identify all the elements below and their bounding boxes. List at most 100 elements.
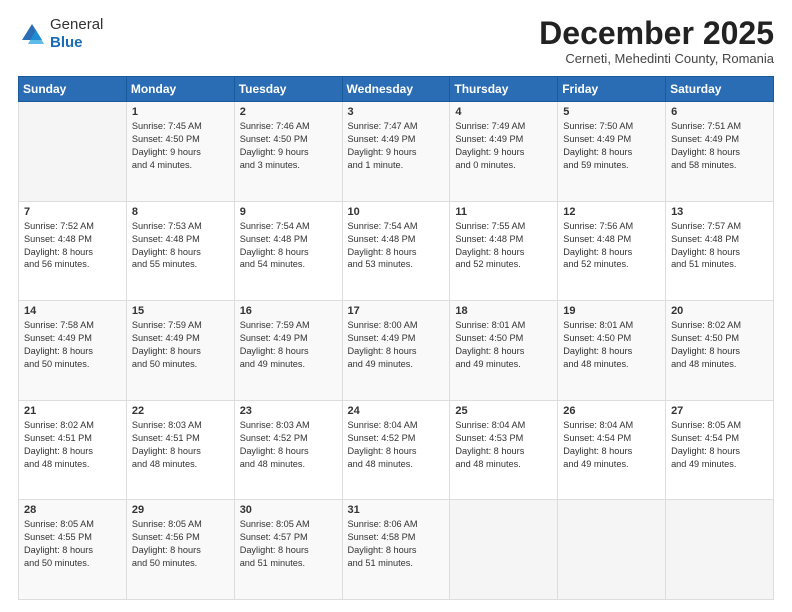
cell-content: Sunrise: 7:59 AM Sunset: 4:49 PM Dayligh… [240,319,337,371]
cell-content: Sunrise: 7:50 AM Sunset: 4:49 PM Dayligh… [563,120,660,172]
table-row: 18 Sunrise: 8:01 AM Sunset: 4:50 PM Dayli… [450,301,558,401]
day-number: 18 [455,305,552,317]
cell-content: Sunrise: 7:57 AM Sunset: 4:48 PM Dayligh… [671,220,768,272]
col-sunday: Sunday [19,77,127,102]
day-number: 27 [671,405,768,417]
day-number: 24 [348,405,445,417]
cell-content: Sunrise: 8:02 AM Sunset: 4:50 PM Dayligh… [671,319,768,371]
table-row: 16 Sunrise: 7:59 AM Sunset: 4:49 PM Dayli… [234,301,342,401]
cell-content: Sunrise: 7:58 AM Sunset: 4:49 PM Dayligh… [24,319,121,371]
cell-content: Sunrise: 8:01 AM Sunset: 4:50 PM Dayligh… [563,319,660,371]
cell-content: Sunrise: 7:45 AM Sunset: 4:50 PM Dayligh… [132,120,229,172]
cell-content: Sunrise: 8:04 AM Sunset: 4:52 PM Dayligh… [348,419,445,471]
cell-content: Sunrise: 8:06 AM Sunset: 4:58 PM Dayligh… [348,518,445,570]
table-row: 29 Sunrise: 8:05 AM Sunset: 4:56 PM Dayli… [126,500,234,600]
day-number: 6 [671,106,768,118]
day-number: 5 [563,106,660,118]
cell-content: Sunrise: 7:53 AM Sunset: 4:48 PM Dayligh… [132,220,229,272]
day-number: 3 [348,106,445,118]
cell-content: Sunrise: 8:04 AM Sunset: 4:53 PM Dayligh… [455,419,552,471]
day-number: 21 [24,405,121,417]
cell-content: Sunrise: 7:49 AM Sunset: 4:49 PM Dayligh… [455,120,552,172]
table-row: 27Sunrise: 8:05 AM Sunset: 4:54 PM Dayli… [666,400,774,500]
table-row: 10Sunrise: 7:54 AM Sunset: 4:48 PM Dayli… [342,201,450,301]
table-row [19,102,127,202]
cell-content: Sunrise: 7:59 AM Sunset: 4:49 PM Dayligh… [132,319,229,371]
table-row: 28 Sunrise: 8:05 AM Sunset: 4:55 PM Dayli… [19,500,127,600]
day-number: 15 [132,305,229,317]
table-row: 11 Sunrise: 7:55 AM Sunset: 4:48 PM Dayli… [450,201,558,301]
cell-content: Sunrise: 7:47 AM Sunset: 4:49 PM Dayligh… [348,120,445,172]
day-number: 28 [24,504,121,516]
cell-content: Sunrise: 7:55 AM Sunset: 4:48 PM Dayligh… [455,220,552,272]
cell-content: Sunrise: 8:03 AM Sunset: 4:52 PM Dayligh… [240,419,337,471]
table-row: 2 Sunrise: 7:46 AM Sunset: 4:50 PM Daylig… [234,102,342,202]
page: General Blue December 2025 Cerneti, Mehe… [0,0,792,612]
cell-content: Sunrise: 7:46 AM Sunset: 4:50 PM Dayligh… [240,120,337,172]
table-row: 13 Sunrise: 7:57 AM Sunset: 4:48 PM Dayli… [666,201,774,301]
calendar-week-0: 1 Sunrise: 7:45 AM Sunset: 4:50 PM Daylig… [19,102,774,202]
day-number: 20 [671,305,768,317]
day-number: 2 [240,106,337,118]
day-number: 25 [455,405,552,417]
table-row: 14 Sunrise: 7:58 AM Sunset: 4:49 PM Dayli… [19,301,127,401]
cell-content: Sunrise: 7:54 AM Sunset: 4:48 PM Dayligh… [348,220,445,272]
day-number: 29 [132,504,229,516]
month-title: December 2025 [539,16,774,51]
day-number: 9 [240,206,337,218]
header: General Blue December 2025 Cerneti, Mehe… [18,16,774,66]
calendar-table: Sunday Monday Tuesday Wednesday Thursday… [18,76,774,600]
day-number: 17 [348,305,445,317]
table-row: 9 Sunrise: 7:54 AM Sunset: 4:48 PM Daylig… [234,201,342,301]
day-number: 11 [455,206,552,218]
table-row: 17 Sunrise: 8:00 AM Sunset: 4:49 PM Dayli… [342,301,450,401]
logo-text: General Blue [50,16,103,52]
day-number: 22 [132,405,229,417]
cell-content: Sunrise: 8:02 AM Sunset: 4:51 PM Dayligh… [24,419,121,471]
cell-content: Sunrise: 7:52 AM Sunset: 4:48 PM Dayligh… [24,220,121,272]
table-row: 5 Sunrise: 7:50 AM Sunset: 4:49 PM Daylig… [558,102,666,202]
table-row: 15 Sunrise: 7:59 AM Sunset: 4:49 PM Dayli… [126,301,234,401]
cell-content: Sunrise: 8:00 AM Sunset: 4:49 PM Dayligh… [348,319,445,371]
day-number: 1 [132,106,229,118]
cell-content: Sunrise: 8:05 AM Sunset: 4:56 PM Dayligh… [132,518,229,570]
day-number: 23 [240,405,337,417]
logo-general-text: General [50,16,103,33]
table-row: 8Sunrise: 7:53 AM Sunset: 4:48 PM Daylig… [126,201,234,301]
col-wednesday: Wednesday [342,77,450,102]
col-tuesday: Tuesday [234,77,342,102]
location-subtitle: Cerneti, Mehedinti County, Romania [539,51,774,66]
table-row: 26Sunrise: 8:04 AM Sunset: 4:54 PM Dayli… [558,400,666,500]
table-row: 21 Sunrise: 8:02 AM Sunset: 4:51 PM Dayli… [19,400,127,500]
table-row: 7 Sunrise: 7:52 AM Sunset: 4:48 PM Daylig… [19,201,127,301]
day-number: 16 [240,305,337,317]
day-number: 13 [671,206,768,218]
col-saturday: Saturday [666,77,774,102]
cell-content: Sunrise: 8:04 AM Sunset: 4:54 PM Dayligh… [563,419,660,471]
day-number: 7 [24,206,121,218]
table-row: 22 Sunrise: 8:03 AM Sunset: 4:51 PM Dayli… [126,400,234,500]
table-row: 23 Sunrise: 8:03 AM Sunset: 4:52 PM Dayli… [234,400,342,500]
logo: General Blue [18,16,103,52]
day-number: 12 [563,206,660,218]
calendar-week-3: 21 Sunrise: 8:02 AM Sunset: 4:51 PM Dayli… [19,400,774,500]
calendar-week-4: 28 Sunrise: 8:05 AM Sunset: 4:55 PM Dayli… [19,500,774,600]
table-row: 31 Sunrise: 8:06 AM Sunset: 4:58 PM Dayli… [342,500,450,600]
cell-content: Sunrise: 8:01 AM Sunset: 4:50 PM Dayligh… [455,319,552,371]
table-row: 12Sunrise: 7:56 AM Sunset: 4:48 PM Dayli… [558,201,666,301]
table-row: 24 Sunrise: 8:04 AM Sunset: 4:52 PM Dayli… [342,400,450,500]
col-monday: Monday [126,77,234,102]
col-thursday: Thursday [450,77,558,102]
day-number: 30 [240,504,337,516]
day-number: 31 [348,504,445,516]
calendar-week-1: 7 Sunrise: 7:52 AM Sunset: 4:48 PM Daylig… [19,201,774,301]
day-number: 14 [24,305,121,317]
cell-content: Sunrise: 8:03 AM Sunset: 4:51 PM Dayligh… [132,419,229,471]
table-row: 30Sunrise: 8:05 AM Sunset: 4:57 PM Dayli… [234,500,342,600]
calendar-week-2: 14 Sunrise: 7:58 AM Sunset: 4:49 PM Dayli… [19,301,774,401]
calendar-header-row: Sunday Monday Tuesday Wednesday Thursday… [19,77,774,102]
table-row: 20 Sunrise: 8:02 AM Sunset: 4:50 PM Dayli… [666,301,774,401]
cell-content: Sunrise: 8:05 AM Sunset: 4:55 PM Dayligh… [24,518,121,570]
cell-content: Sunrise: 7:54 AM Sunset: 4:48 PM Dayligh… [240,220,337,272]
table-row: 1 Sunrise: 7:45 AM Sunset: 4:50 PM Daylig… [126,102,234,202]
